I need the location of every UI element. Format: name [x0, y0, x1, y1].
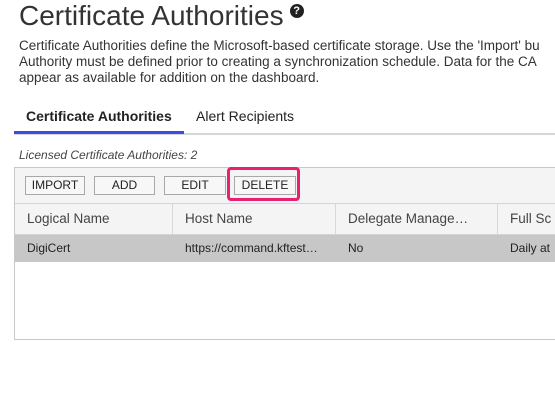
certificate-authorities-grid: IMPORT ADD EDIT DELETE Logical Name Host…: [14, 167, 555, 340]
column-header-host-name[interactable]: Host Name: [172, 204, 335, 234]
description-line: appear as available for addition on the …: [19, 70, 320, 85]
tab-bar: Certificate Authorities Alert Recipients: [14, 98, 555, 135]
column-header-full-scan[interactable]: Full Sc: [497, 204, 555, 234]
grid-header-row: Logical Name Host Name Delegate Manage… …: [15, 204, 555, 235]
column-header-logical-name[interactable]: Logical Name: [15, 204, 172, 234]
delete-highlight-box: [227, 167, 300, 201]
page-header: Certificate Authorities ?: [19, 0, 304, 34]
cell-delegate-management: No: [348, 241, 364, 255]
tab-alert-recipients[interactable]: Alert Recipients: [184, 98, 306, 133]
tab-certificate-authorities[interactable]: Certificate Authorities: [14, 98, 184, 134]
licensed-count-text: Licensed Certificate Authorities: 2: [19, 148, 198, 162]
add-button[interactable]: ADD: [94, 176, 155, 195]
table-row[interactable]: DigiCert https://command.kftest… No Dail…: [15, 235, 555, 262]
cell-logical-name: DigiCert: [27, 241, 71, 255]
page-title: Certificate Authorities: [19, 0, 284, 31]
description-line: Certificate Authorities define the Micro…: [19, 38, 540, 53]
description-line: Authority must be defined prior to creat…: [19, 54, 537, 69]
edit-button[interactable]: EDIT: [164, 176, 226, 195]
help-icon[interactable]: ?: [289, 4, 304, 18]
grid-toolbar: IMPORT ADD EDIT DELETE: [15, 167, 555, 204]
import-button[interactable]: IMPORT: [25, 176, 85, 195]
column-header-delegate-management[interactable]: Delegate Manage…: [335, 204, 497, 234]
page-description: Certificate Authorities define the Micro…: [19, 38, 555, 86]
cell-host-name: https://command.kftest…: [185, 241, 318, 255]
cell-full-scan: Daily at: [510, 241, 551, 255]
